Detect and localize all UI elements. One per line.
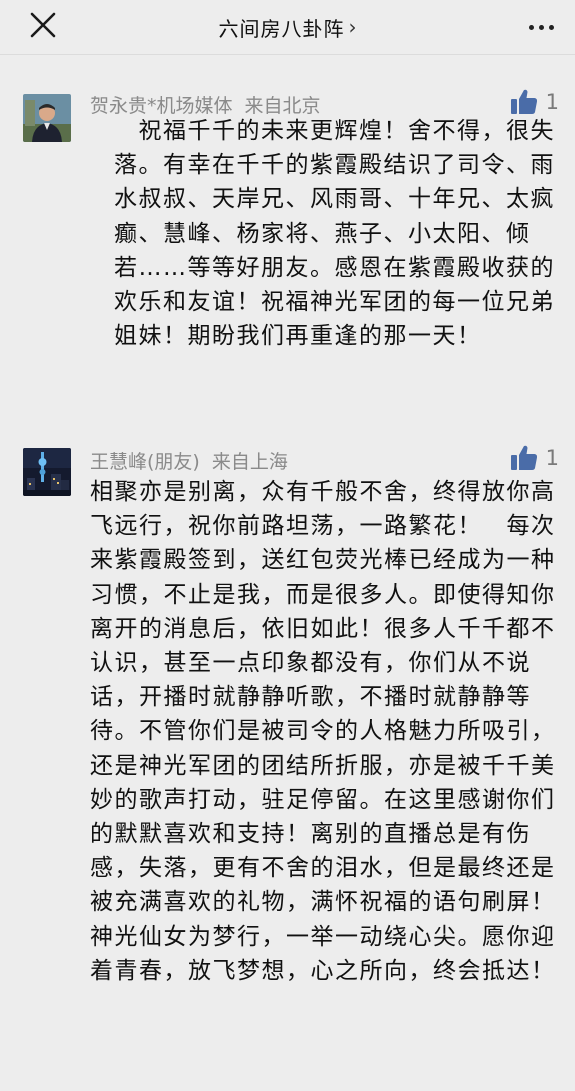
like-button[interactable]: 1 xyxy=(510,88,559,116)
page-title[interactable]: 六间房八卦阵 xyxy=(219,13,345,42)
comment-author[interactable]: 王慧峰(朋友) xyxy=(90,451,200,473)
avatar[interactable] xyxy=(23,448,71,496)
more-button[interactable] xyxy=(521,12,561,42)
chevron-right-icon: › xyxy=(348,15,357,39)
thumbs-up-icon xyxy=(510,89,537,114)
user-photo-man-icon xyxy=(23,94,71,142)
comment-text: 祝福千千的未来更辉煌！舍不得，很失落。有幸在千千的紫霞殿结识了司令、雨水叔叔、天… xyxy=(114,118,555,350)
thumbs-up-icon xyxy=(510,445,537,470)
more-dot xyxy=(548,24,554,30)
like-count: 1 xyxy=(545,446,559,470)
like-count: 1 xyxy=(545,90,559,114)
more-dots-icon xyxy=(528,24,534,30)
top-nav-bar: 六间房八卦阵 › xyxy=(0,0,575,55)
avatar[interactable] xyxy=(23,94,71,142)
comment-meta: 王慧峰(朋友) 来自上海 xyxy=(90,447,288,474)
like-button[interactable]: 1 xyxy=(510,444,559,472)
comment-text: 相聚亦是别离，众有千般不舍，终得放你高飞远行，祝你前路坦荡，一路繁花！ 每次来紫… xyxy=(90,479,556,984)
page-title-area[interactable]: 六间房八卦阵 › xyxy=(0,0,575,54)
more-dot xyxy=(538,24,544,30)
city-night-tower-icon xyxy=(23,448,71,496)
comment-location: 来自上海 xyxy=(211,451,288,473)
